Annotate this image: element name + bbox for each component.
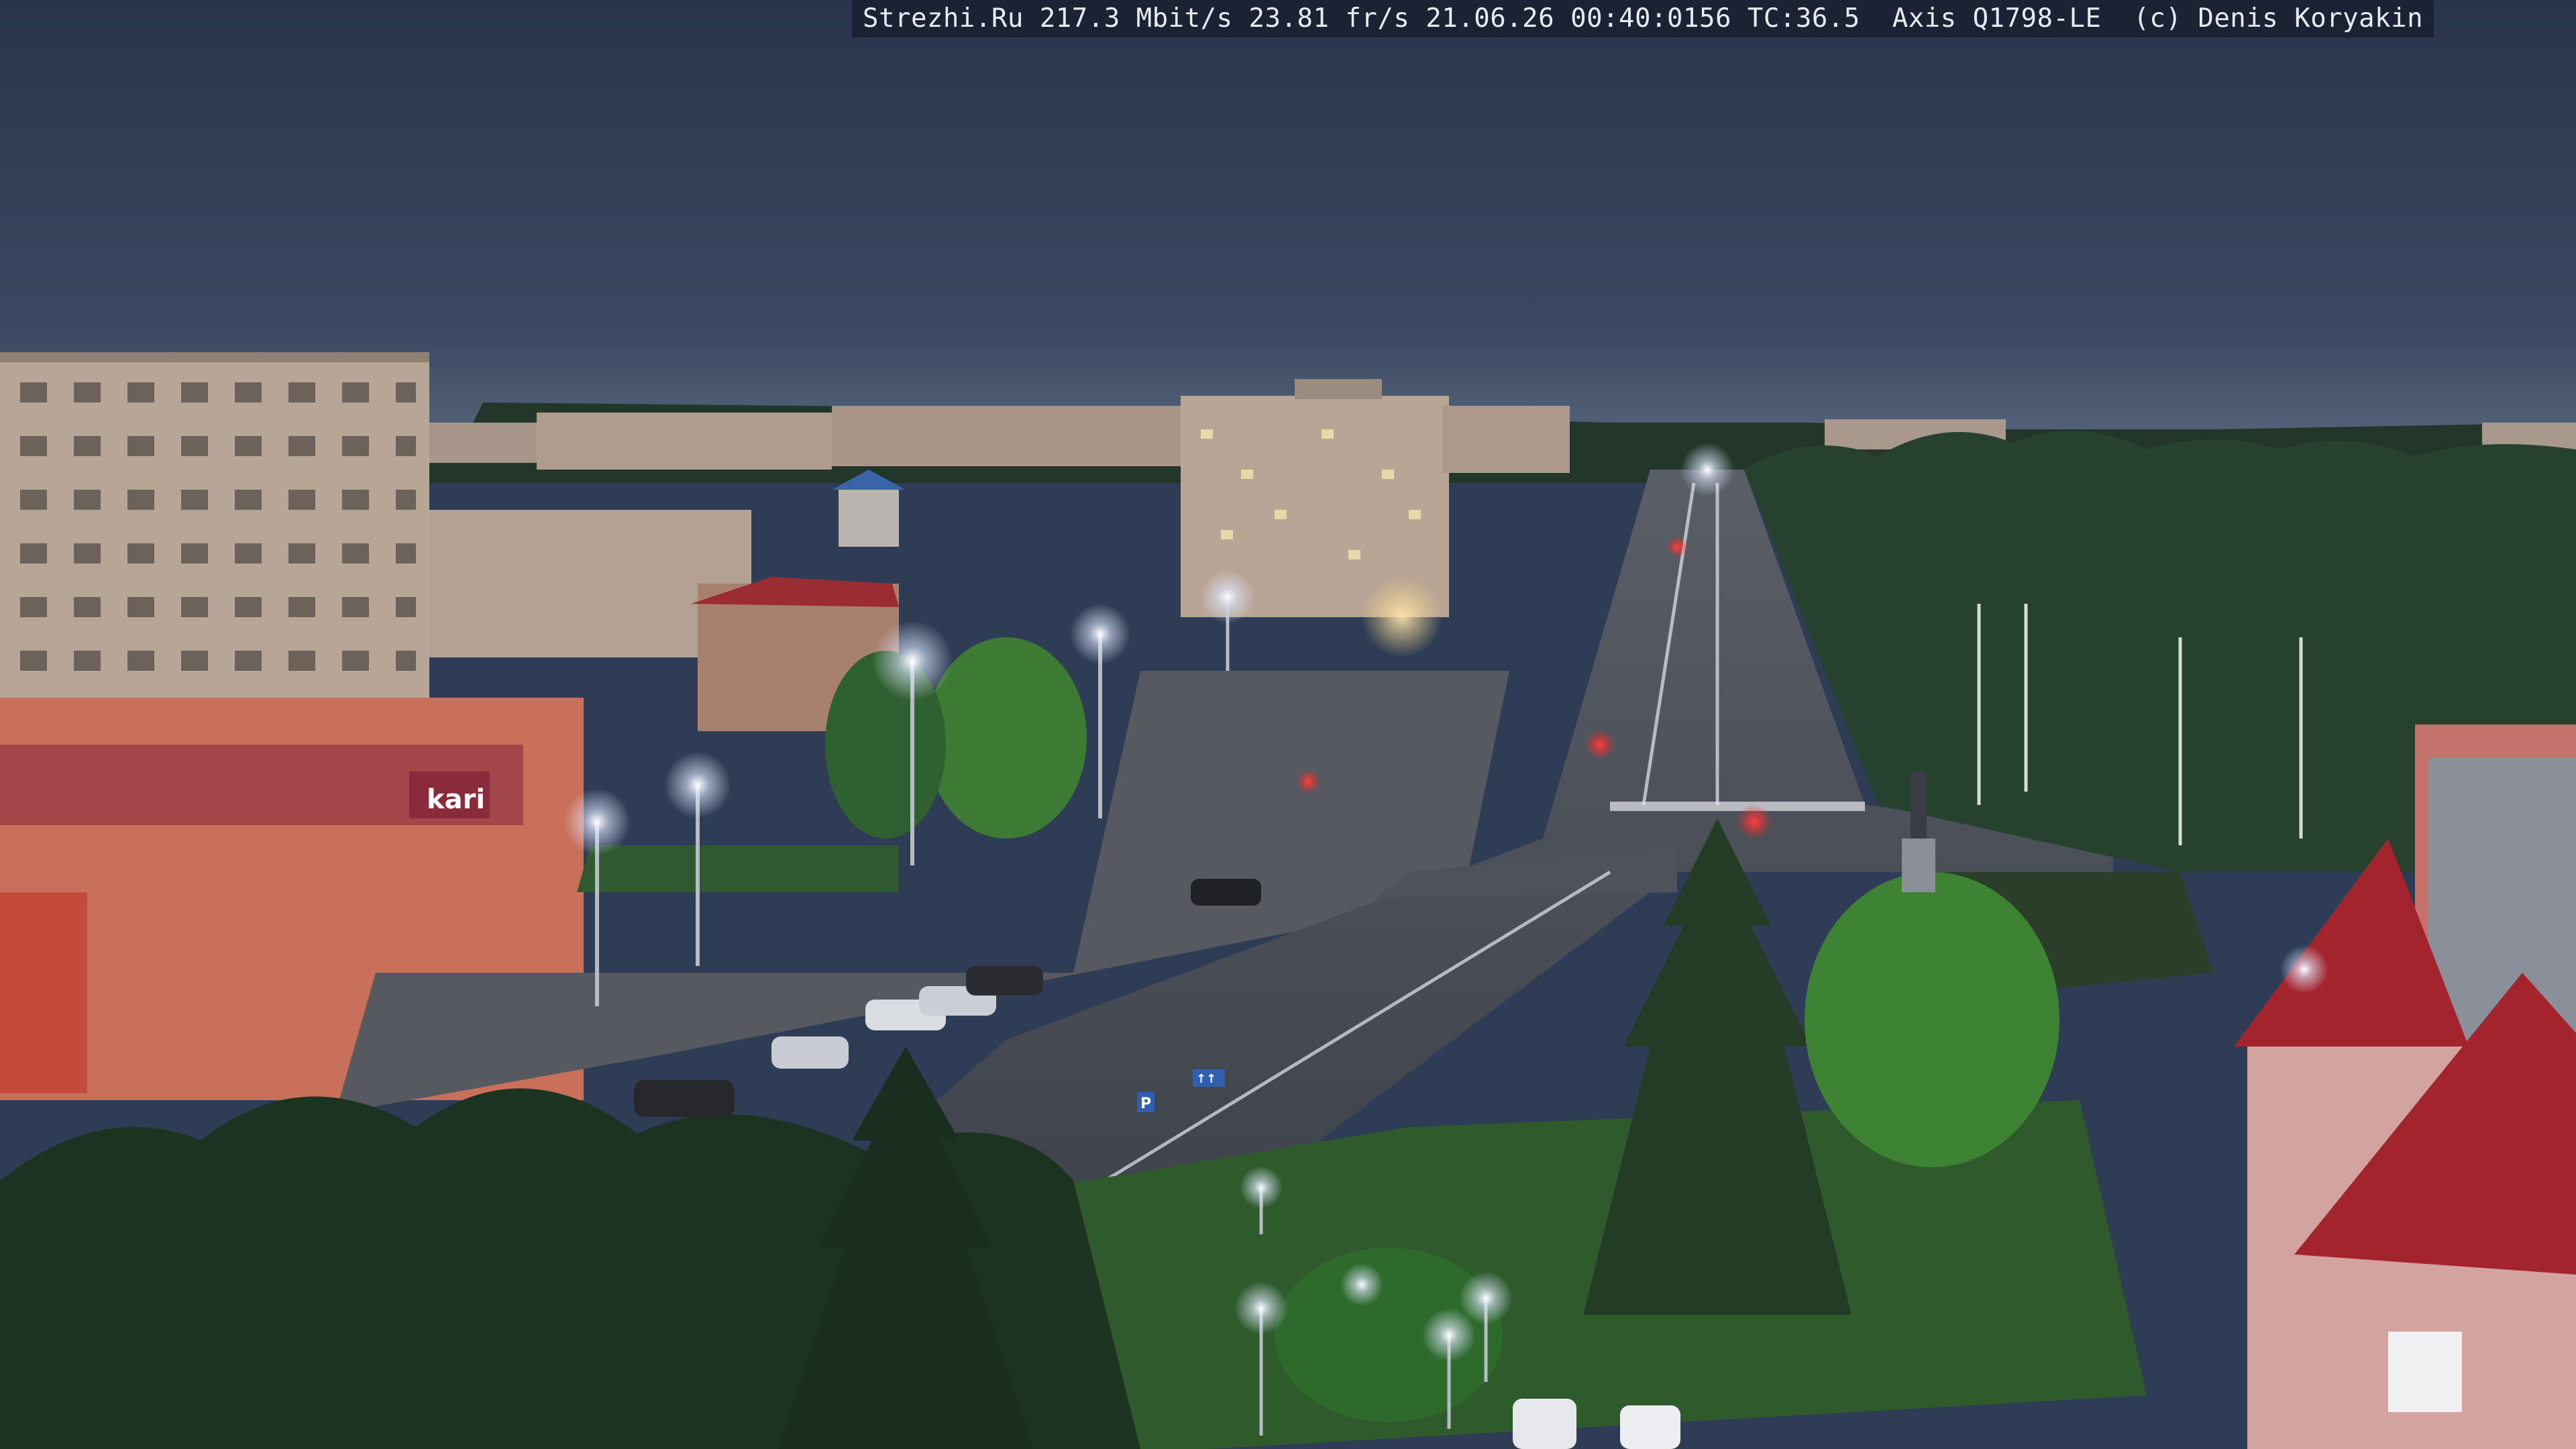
webcam-view: kari P ↑↑ Strezhi.Ru 217.3 Mbit/s 23.81 … bbox=[0, 0, 2576, 1449]
mid-left-buildings bbox=[429, 470, 906, 731]
city-night-scene: kari P ↑↑ bbox=[0, 0, 2576, 1449]
lawn-left bbox=[577, 845, 899, 892]
camera-info-overlay: Strezhi.Ru 217.3 Mbit/s 23.81 fr/s 21.06… bbox=[852, 0, 2434, 38]
lit-tree bbox=[1805, 872, 2059, 1167]
parking-sign: P bbox=[1140, 1095, 1151, 1112]
building-light bbox=[1362, 577, 1442, 657]
shop-sign: kari bbox=[427, 784, 485, 815]
lane-sign: ↑↑ bbox=[1196, 1072, 1216, 1086]
crosswalk bbox=[1610, 802, 1865, 811]
